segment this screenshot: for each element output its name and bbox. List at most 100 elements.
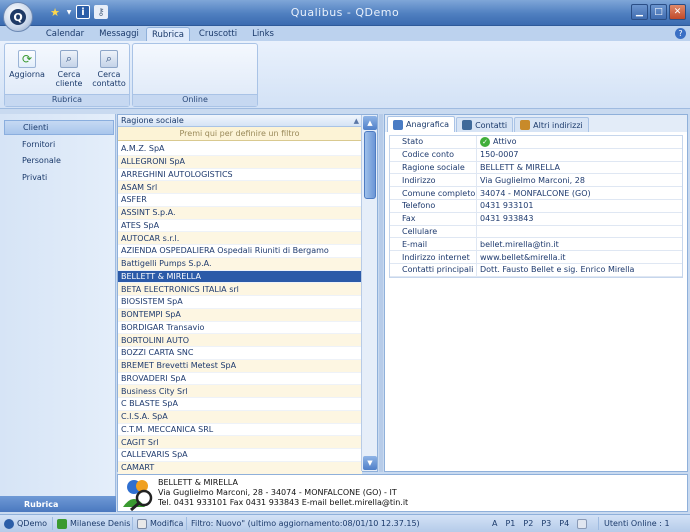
- property-value[interactable]: Via Guglielmo Marconi, 28: [477, 174, 682, 186]
- scroll-down-icon[interactable]: ▼: [363, 456, 377, 470]
- table-row[interactable]: BELLETT & MIRELLA: [118, 270, 362, 284]
- filter-row[interactable]: Premi qui per definire un filtro: [118, 127, 361, 141]
- cerca-cliente-button[interactable]: ⌕ Cerca cliente: [51, 47, 87, 88]
- table-row[interactable]: Business City Srl: [118, 385, 362, 398]
- table-row[interactable]: BREMET Brevetti Metest SpA: [118, 359, 362, 373]
- nav-item-fornitori[interactable]: Fornitori: [4, 137, 114, 152]
- property-value-text: bellet.mirella@tin.it: [480, 239, 559, 249]
- table-row[interactable]: ALLEGRONI SpA: [118, 155, 362, 169]
- contact-summary-phone: Tel. 0431 933101 Fax 0431 933843 E-mail …: [158, 498, 409, 507]
- table-row[interactable]: BROVADERI SpA: [118, 373, 362, 386]
- table-row[interactable]: CAMART: [118, 461, 362, 475]
- table-row[interactable]: BOZZI CARTA SNC: [118, 347, 362, 360]
- nav-item-clienti[interactable]: Clienti: [4, 120, 114, 135]
- property-value-text: www.bellet&mirella.it: [480, 252, 566, 262]
- contact-summary-address: Via Guglielmo Marconi, 28 - 34074 - MONF…: [158, 488, 397, 497]
- tab-cruscotti[interactable]: Cruscotti: [194, 27, 242, 41]
- status-mode-label: Modifica: [150, 519, 184, 528]
- tab-calendar[interactable]: Calendar: [38, 27, 92, 41]
- minimize-button[interactable]: ▁: [631, 4, 648, 20]
- tab-messaggi[interactable]: Messaggi: [94, 27, 144, 41]
- property-row: Cellulare: [390, 225, 682, 239]
- property-grid: Stato ✓ Attivo Codice conto 150-0007 Ragione …: [389, 135, 683, 278]
- property-value[interactable]: ✓ Attivo: [477, 136, 682, 148]
- refresh-icon: ⟳: [18, 50, 36, 68]
- maximize-button[interactable]: □: [650, 4, 667, 20]
- table-row[interactable]: BIOSISTEM SpA: [118, 296, 362, 309]
- property-value[interactable]: bellet.mirella@tin.it: [477, 238, 682, 250]
- nav-item-personale[interactable]: Personale: [4, 153, 114, 168]
- property-value[interactable]: BELLETT & MIRELLA: [477, 162, 682, 174]
- tab-contatti[interactable]: Contatti: [456, 117, 514, 132]
- table-row[interactable]: Battigelli Pumps S.p.A.: [118, 257, 362, 271]
- table-row[interactable]: ATES SpA: [118, 220, 362, 233]
- table-row[interactable]: ARREGHINI AUTOLOGISTICS: [118, 169, 362, 182]
- table-row[interactable]: BONTEMPI SpA: [118, 308, 362, 322]
- property-value[interactable]: www.bellet&mirella.it: [477, 251, 682, 263]
- property-row: Contatti principali Dott. Fausto Bellet e…: [390, 263, 682, 277]
- table-row[interactable]: ASAM Srl: [118, 181, 362, 194]
- table-row[interactable]: C BLASTE SpA: [118, 398, 362, 411]
- scroll-up-icon[interactable]: ▲: [363, 116, 377, 130]
- table-row[interactable]: A.M.Z. SpA: [118, 143, 362, 156]
- aggiorna-button[interactable]: ⟳ Aggiorna: [9, 47, 45, 79]
- property-key: Ragione sociale: [390, 161, 477, 174]
- property-value[interactable]: 150-0007: [477, 149, 682, 161]
- status-key-p3[interactable]: P3: [541, 519, 551, 528]
- scroll-thumb[interactable]: [364, 131, 376, 199]
- property-value-text: BELLETT & MIRELLA: [480, 162, 560, 172]
- table-row[interactable]: BORTOLINI AUTO: [118, 334, 362, 347]
- column-header-ragione-sociale[interactable]: Ragione sociale ▲: [118, 115, 377, 127]
- tab-anagrafica[interactable]: Anagrafica: [387, 116, 456, 132]
- table-row[interactable]: CAGIT Srl: [118, 436, 362, 449]
- table-row[interactable]: BETA ELECTRONICS ITALIA srl: [118, 283, 362, 296]
- panel-splitter[interactable]: [379, 114, 383, 472]
- table-row[interactable]: BORDIGAR Transavio: [118, 322, 362, 335]
- tab-links[interactable]: Links: [246, 27, 280, 41]
- property-value[interactable]: Dott. Fausto Bellet e sig. Enrico Mirell…: [477, 264, 682, 276]
- ribbon-group-online: Online: [132, 43, 258, 107]
- nav-footer-rubrica[interactable]: Rubrica: [0, 496, 116, 512]
- list-scrollbar[interactable]: ▲ ▼: [361, 115, 377, 471]
- sort-icon: ▲: [353, 117, 359, 125]
- status-db-label: QDemo: [17, 519, 48, 528]
- status-key-p2[interactable]: P2: [523, 519, 533, 528]
- status-key-a[interactable]: A: [492, 519, 497, 528]
- tab-label: Contatti: [475, 120, 508, 130]
- table-row[interactable]: ASSINT S.p.A.: [118, 206, 362, 220]
- property-value-text: 150-0007: [480, 150, 519, 160]
- contacts-search-icon: [123, 480, 153, 511]
- close-button[interactable]: ✕: [669, 4, 686, 20]
- table-row[interactable]: AZIENDA OSPEDALIERA Ospedali Riuniti di …: [118, 245, 362, 258]
- status-keys: A P1 P2 P3 P4: [492, 517, 588, 530]
- table-row[interactable]: C.T.M. MECCANICA SRL: [118, 424, 362, 437]
- property-key: Contatti principali: [390, 263, 477, 276]
- property-value[interactable]: 0431 933843: [477, 213, 682, 225]
- status-db: QDemo: [4, 517, 47, 530]
- status-key-p4[interactable]: P4: [559, 519, 569, 528]
- contact-summary-name: BELLETT & MIRELLA: [158, 478, 238, 487]
- nav-item-privati[interactable]: Privati: [4, 170, 114, 185]
- property-row: Ragione sociale BELLETT & MIRELLA: [390, 161, 682, 175]
- help-icon[interactable]: ?: [675, 28, 686, 39]
- divider: [132, 517, 133, 530]
- table-row[interactable]: CALLEVARIS SpA: [118, 449, 362, 462]
- tab-altri-indirizzi[interactable]: Altri indirizzi: [514, 117, 589, 132]
- property-key: Comune completo: [390, 187, 477, 199]
- property-key: Fax: [390, 212, 477, 225]
- table-row[interactable]: AUTOCAR s.r.l.: [118, 232, 362, 245]
- edit-icon: [393, 119, 403, 130]
- table-row[interactable]: ASFER: [118, 194, 362, 207]
- app-menu-button[interactable]: Q: [3, 2, 33, 32]
- tab-rubrica[interactable]: Rubrica: [146, 27, 190, 41]
- property-row: Indirizzo Via Guglielmo Marconi, 28: [390, 174, 682, 188]
- aggiorna-label: Aggiorna: [9, 70, 45, 79]
- table-row[interactable]: C.I.S.A. SpA: [118, 410, 362, 424]
- property-value[interactable]: [477, 226, 682, 238]
- cerca-contatto-button[interactable]: ⌕ Cerca contatto: [91, 47, 127, 88]
- status-key-p1[interactable]: P1: [505, 519, 515, 528]
- tab-label: Anagrafica: [406, 120, 450, 129]
- property-value[interactable]: 34074 - MONFALCONE (GO): [477, 187, 682, 199]
- property-value[interactable]: 0431 933101: [477, 200, 682, 212]
- search-client-icon: ⌕: [60, 50, 78, 68]
